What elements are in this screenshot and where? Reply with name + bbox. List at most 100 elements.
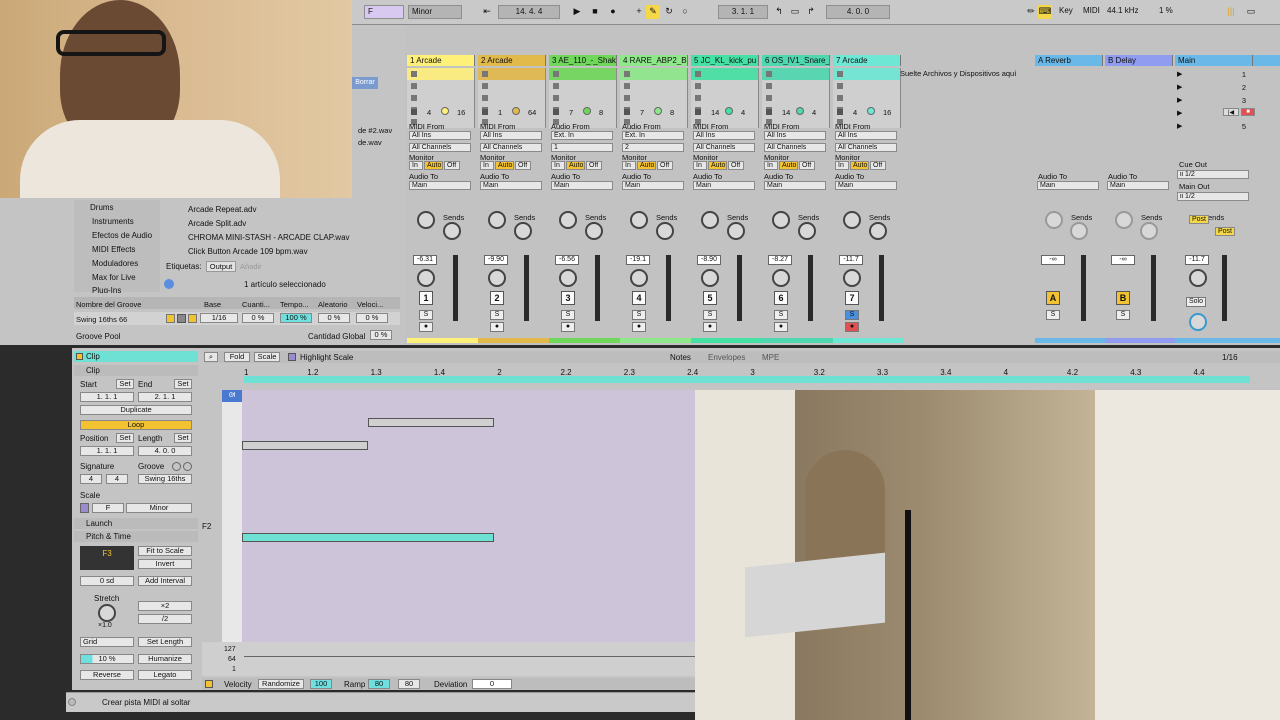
- return-b-volume[interactable]: -∞: [1111, 255, 1135, 265]
- groove-extract-icon[interactable]: [188, 314, 197, 323]
- groove-hot-swap-icon[interactable]: [166, 314, 175, 323]
- pan-knob[interactable]: [559, 269, 577, 287]
- main-volume[interactable]: -11.7: [1185, 255, 1209, 265]
- groove-quant-field[interactable]: 0 %: [242, 313, 274, 323]
- punch-in-icon[interactable]: ↰: [772, 5, 786, 19]
- clip-slot[interactable]: [620, 92, 688, 104]
- send-a-knob[interactable]: [417, 211, 435, 229]
- track-stop-icon[interactable]: [553, 109, 559, 115]
- track-activator[interactable]: 7: [845, 291, 859, 305]
- send-a-knob[interactable]: [843, 211, 861, 229]
- input-channel-select[interactable]: All Channels: [409, 143, 471, 152]
- monitor-off[interactable]: Off: [870, 161, 886, 170]
- computer-keyboard-icon[interactable]: ⌨: [1038, 5, 1052, 19]
- record-icon[interactable]: ●: [606, 5, 620, 19]
- input-source-select[interactable]: Ext. In: [551, 131, 613, 140]
- monitor-off[interactable]: Off: [728, 161, 744, 170]
- return-b-activator[interactable]: B: [1116, 291, 1130, 305]
- loop-brace[interactable]: [244, 376, 1250, 383]
- send-b-knob[interactable]: [585, 222, 603, 240]
- loop-button[interactable]: Loop: [80, 420, 192, 430]
- track-volume[interactable]: -6.31: [413, 255, 437, 265]
- preview-icon[interactable]: ᘛ: [222, 390, 242, 402]
- monitor-off[interactable]: Off: [657, 161, 673, 170]
- track-header[interactable]: 1 Arcade: [407, 55, 475, 66]
- clip-stop-icon[interactable]: [766, 83, 772, 89]
- reverse-button[interactable]: Reverse: [80, 670, 134, 680]
- audio-to-select[interactable]: Main: [551, 181, 613, 190]
- audio-to-select[interactable]: Main: [480, 181, 542, 190]
- clip-stop-icon[interactable]: [766, 71, 772, 77]
- end-set-button[interactable]: Set: [174, 379, 192, 389]
- clip-slot[interactable]: [833, 68, 901, 80]
- clip-slot[interactable]: [762, 92, 830, 104]
- view-toggle-icon[interactable]: |◀: [1223, 108, 1239, 116]
- audio-to-select[interactable]: Main: [693, 181, 755, 190]
- track-volume[interactable]: -8.27: [768, 255, 792, 265]
- record-arm-icon[interactable]: ●: [632, 322, 646, 332]
- global-amount-field[interactable]: 0 %: [370, 330, 392, 340]
- pan-knob[interactable]: [701, 269, 719, 287]
- midi-map-button[interactable]: MIDI: [1080, 5, 1102, 19]
- input-channel-select[interactable]: All Channels: [480, 143, 542, 152]
- clip-stop-icon[interactable]: [695, 95, 701, 101]
- place-max-for-live[interactable]: Max for Live: [92, 273, 136, 282]
- track-header[interactable]: 5 JC_KL_kick_pu: [691, 55, 759, 66]
- end-value[interactable]: 2. 1. 1: [138, 392, 192, 402]
- clip-slot[interactable]: [478, 80, 546, 92]
- send-b-knob[interactable]: [443, 222, 461, 240]
- capture-icon[interactable]: ○: [678, 5, 692, 19]
- monitor-in[interactable]: In: [551, 161, 565, 170]
- return-b-send-a-knob[interactable]: [1115, 211, 1133, 229]
- notes-tab[interactable]: Notes: [670, 353, 691, 362]
- clip-stop-icon[interactable]: [411, 95, 417, 101]
- send-a-knob[interactable]: [488, 211, 506, 229]
- input-channel-select[interactable]: All Channels: [764, 143, 826, 152]
- scale-root-select[interactable]: F: [92, 503, 124, 513]
- fit-to-scale-button[interactable]: Fit to Scale: [138, 546, 192, 556]
- track-header[interactable]: 6 OS_IV1_Snare_: [762, 55, 830, 66]
- fold-button[interactable]: Fold: [224, 352, 250, 362]
- loop-length[interactable]: 4. 0. 0: [826, 5, 890, 19]
- audio-to-select[interactable]: Main: [622, 181, 684, 190]
- groove-tempo-field[interactable]: 100 %: [280, 313, 312, 323]
- send-b-knob[interactable]: [869, 222, 887, 240]
- return-a-send-a-knob[interactable]: [1045, 211, 1063, 229]
- loop-switch-icon[interactable]: ▭: [788, 5, 802, 19]
- audio-to-select[interactable]: Main: [764, 181, 826, 190]
- record-arm-icon[interactable]: ●: [774, 322, 788, 332]
- borrar-button[interactable]: Borrar: [352, 77, 378, 89]
- input-source-select[interactable]: All Ins: [764, 131, 826, 140]
- scene-3[interactable]: 3: [1242, 96, 1246, 105]
- send-b-knob[interactable]: [727, 222, 745, 240]
- send-a-knob[interactable]: [701, 211, 719, 229]
- halve-button[interactable]: /2: [138, 614, 192, 624]
- send-b-knob[interactable]: [514, 222, 532, 240]
- place-instruments[interactable]: Instruments: [92, 217, 134, 226]
- monitor-off[interactable]: Off: [444, 161, 460, 170]
- launch-section-header[interactable]: Launch: [74, 518, 198, 529]
- monitor-in[interactable]: In: [835, 161, 849, 170]
- monitor-auto[interactable]: Auto: [566, 161, 585, 170]
- invert-button[interactable]: Invert: [138, 559, 192, 569]
- clip-slot[interactable]: [549, 68, 617, 80]
- cue-out-select[interactable]: ii 1/2: [1177, 170, 1249, 179]
- automation-arm-icon[interactable]: ✎: [646, 5, 660, 19]
- clip-slot[interactable]: [407, 92, 475, 104]
- monitor-off[interactable]: Off: [799, 161, 815, 170]
- cue-volume-knob[interactable]: [1189, 313, 1207, 331]
- send-b-knob[interactable]: [656, 222, 674, 240]
- clip-slot[interactable]: [549, 80, 617, 92]
- monitor-off[interactable]: Off: [515, 161, 531, 170]
- return-track-a-header[interactable]: A Reverb: [1035, 55, 1103, 66]
- place-midi-effects[interactable]: MIDI Effects: [92, 245, 135, 254]
- grid-select[interactable]: Grid: [80, 637, 134, 647]
- clip-stop-icon[interactable]: [553, 83, 559, 89]
- scale-button[interactable]: Scale: [254, 352, 280, 362]
- clip-stop-icon[interactable]: [411, 83, 417, 89]
- return-a-audio-to-select[interactable]: Main: [1037, 181, 1099, 190]
- duplicate-button[interactable]: Duplicate: [80, 405, 192, 415]
- clip-slot[interactable]: [691, 80, 759, 92]
- pan-knob[interactable]: [772, 269, 790, 287]
- place-drums[interactable]: Drums: [90, 203, 114, 212]
